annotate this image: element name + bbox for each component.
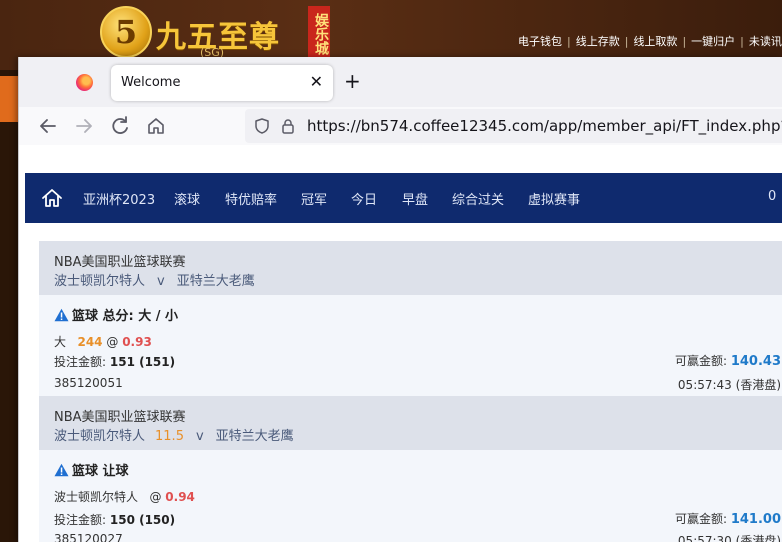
bet-win: 可赢金额: 140.43 [674,354,781,369]
arrow-right-icon [76,119,92,133]
reload-button[interactable] [107,113,133,139]
league-name: NBA美国职业篮球联赛 [54,410,186,425]
link-wallet[interactable]: 电子钱包 [518,35,562,48]
tab-welcome[interactable]: Welcome ✕ [111,65,333,101]
url-bar[interactable]: https://bn574.coffee12345.com/app/member… [245,109,782,143]
site-nav-bar: 亚洲杯2023 滚球 特优赔率 冠军 今日 早盘 综合过关 虚拟赛事 0 [25,173,782,223]
link-deposit[interactable]: 线上存款 [576,35,620,48]
tab-bar: Welcome ✕ + [19,57,782,107]
arrow-left-icon [40,119,56,133]
league-name: NBA美国职业篮球联赛 [54,255,186,270]
teams-line: 波士顿凯尔特人 11.5 v 亚特兰大老鹰 [54,425,294,444]
page-top-spacer [19,145,782,173]
nav-item-early[interactable]: 早盘 [402,189,428,208]
home-team: 波士顿凯尔特人 [54,429,146,444]
bet-win: 可赢金额: 141.00 [674,512,781,527]
vs-label: v [195,429,204,444]
browser-window: Welcome ✕ + https://bn574.coffee12345.co… [18,57,782,542]
link-unread-messages[interactable]: 未读讯息 [749,35,782,48]
win-amount: 140.43 [730,354,781,369]
site-top-links: 电子钱包|线上存款|线上取款|一键归户|未读讯息 [518,33,782,49]
firefox-icon[interactable] [76,74,93,91]
teams-line: 波士顿凯尔特人 v 亚特兰大老鹰 [54,270,255,289]
back-button[interactable] [35,113,61,139]
nav-right-text: 0 [768,189,777,204]
forward-button[interactable] [71,113,97,139]
handicap-value: 11.5 [155,429,184,444]
nav-item-parlay[interactable]: 综合过关 [452,189,504,208]
bet-time: 05:57:43 (香港盘) [677,378,781,392]
nav-item-today[interactable]: 今日 [351,189,377,208]
nav-item-best-odds[interactable]: 特优赔率 [225,189,277,208]
bet-time: 05:57:30 (香港盘) [677,534,781,542]
warning-icon [54,463,69,477]
bet-odds: 0.93 [122,335,152,349]
home-button[interactable] [143,113,169,139]
bet-title: 篮球 总分: 大 / 小 [54,305,178,324]
reload-icon [112,116,128,134]
site-logo-mark: 5 [100,6,152,58]
vs-label: v [157,274,165,289]
bet-line-value: 244 [77,335,103,349]
nav-item-outright[interactable]: 冠军 [301,189,327,208]
bet-detail: 篮球 让球 波士顿凯尔特人 @ 0.94 投注金额: 150 (150) 可赢金… [39,450,782,542]
warning-icon [54,308,69,322]
bet-list: NBA美国职业篮球联赛 波士顿凯尔特人 v 亚特兰大老鹰 篮球 总分: 大 / 小 … [25,223,782,542]
link-withdraw[interactable]: 线上取款 [633,35,677,48]
lock-icon [282,119,294,134]
away-team: 亚特兰大老鹰 [176,274,255,289]
home-icon[interactable] [41,187,63,209]
navigation-toolbar: https://bn574.coffee12345.com/app/member… [19,107,782,145]
bet-stake: 投注金额: 151 (151) [54,355,176,369]
bet-selection: 波士顿凯尔特人 @ 0.94 [54,490,195,504]
away-team: 亚特兰大老鹰 [215,429,294,444]
bet-stake: 投注金额: 150 (150) [54,513,176,527]
site-casino-tag: 娱乐城 [308,6,330,62]
bet-title: 篮球 让球 [54,460,129,479]
league-header: NBA美国职业篮球联赛 波士顿凯尔特人 11.5 v 亚特兰大老鹰 [39,396,782,450]
bet-detail: 篮球 总分: 大 / 小 大 244 @ 0.93 投注金额: 151 (151… [39,295,782,396]
nav-item-asian-cup[interactable]: 亚洲杯2023 [83,189,155,208]
tab-title: Welcome [121,75,181,90]
link-merge-accounts[interactable]: 一键归户 [691,35,735,48]
home-team: 波士顿凯尔特人 [54,274,146,289]
nav-item-virtual[interactable]: 虚拟赛事 [528,189,580,208]
home-icon [148,118,164,134]
win-amount: 141.00 [730,512,781,527]
new-tab-button[interactable]: + [344,71,361,91]
background-orange-strip [0,76,18,122]
bet-selection: 大 244 @ 0.93 [54,335,152,349]
nav-item-live[interactable]: 滚球 [174,189,200,208]
background-left-panel [0,70,18,542]
url-text[interactable]: https://bn574.coffee12345.com/app/member… [307,117,782,135]
close-icon[interactable]: ✕ [310,72,323,91]
shield-icon [255,118,269,134]
bet-odds: 0.94 [165,490,195,504]
ticket-id: 385120051 [54,376,123,390]
ticket-id: 385120027 [54,532,123,542]
league-header: NBA美国职业篮球联赛 波士顿凯尔特人 v 亚特兰大老鹰 [39,241,782,295]
